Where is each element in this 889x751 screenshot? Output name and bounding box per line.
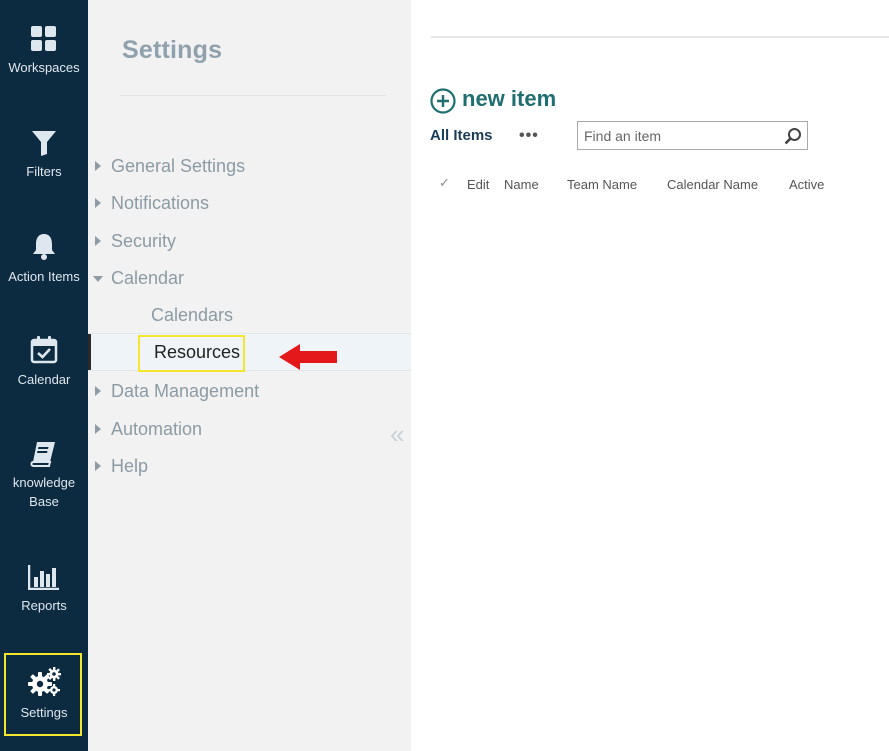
nav-divider [120,95,386,96]
rail-item-action-items[interactable]: Action Items [0,233,88,286]
search-box [577,121,808,150]
selected-indicator [88,334,91,370]
nav-item-security[interactable]: Security [88,223,411,259]
nav-item-automation[interactable]: Automation [88,411,411,447]
rail-label: Base [29,494,59,509]
rail-item-workspaces[interactable]: Workspaces [0,26,88,77]
nav-item-label: Security [111,231,177,251]
gears-icon [28,667,61,696]
collapse-nav-icon[interactable]: « [390,421,404,447]
app-rail: Workspaces Filters Action Items Calendar [0,0,88,751]
column-header-team-name[interactable]: Team Name [567,177,637,192]
caret-right-icon [95,198,101,208]
red-arrow-resources [279,344,337,370]
column-header-calendar-name[interactable]: Calendar Name [667,177,758,192]
view-all-items[interactable]: All Items [430,127,493,144]
settings-nav: Settings General Settings Notifications … [88,0,411,751]
book-icon [30,442,55,467]
nav-title: Settings [122,36,223,64]
caret-right-icon [95,236,101,246]
grid-icon [31,26,56,51]
rail-item-knowledge-base[interactable]: knowledge Base [0,441,88,511]
caret-right-icon [95,461,101,471]
bar-chart-icon [28,565,59,590]
nav-item-general-settings[interactable]: General Settings [88,148,411,184]
search-icon[interactable] [784,127,802,145]
nav-sub-resources[interactable]: Resources [88,333,411,371]
column-header-active[interactable]: Active [789,177,824,192]
rail-item-settings[interactable]: Settings [0,667,88,722]
nav-item-label: Calendar [111,268,185,288]
header-divider [431,36,889,38]
calendar-check-icon [30,336,58,364]
nav-item-label: Automation [111,419,203,439]
more-options-icon[interactable]: ••• [519,127,539,145]
rail-label: Action Items [8,269,80,284]
new-item-label: new item [462,86,557,111]
nav-item-help[interactable]: Help [88,448,411,484]
nav-item-label: Help [111,456,149,476]
plus-circle-icon [430,88,456,114]
resources-highlight-box [138,335,245,372]
column-header-edit[interactable]: Edit [467,177,489,192]
main-content: new item All Items ••• ✓ Edit Name Team … [411,0,889,751]
nav-item-label: Notifications [111,193,210,213]
bell-icon [33,234,55,260]
filter-icon [32,131,56,156]
rail-item-calendar[interactable]: Calendar [0,336,88,389]
rail-label: Filters [26,164,62,179]
rail-label: Calendar [17,372,71,387]
select-all-check-icon[interactable]: ✓ [439,175,450,191]
caret-down-icon [93,276,103,282]
rail-item-filters[interactable]: Filters [0,131,88,181]
nav-item-label: General Settings [111,156,246,176]
nav-sub-calendars[interactable]: Calendars [88,297,411,335]
caret-right-icon [95,161,101,171]
rail-label: Workspaces [8,60,80,75]
nav-item-label: Data Management [111,381,260,401]
caret-right-icon [95,386,101,396]
rail-item-reports[interactable]: Reports [0,565,88,615]
rail-label: Reports [21,598,67,613]
nav-item-data-management[interactable]: Data Management [88,373,411,409]
rail-label: Settings [20,705,68,720]
column-header-name[interactable]: Name [504,177,539,192]
list-header-row: ✓ Edit Name Team Name Calendar Name Acti… [411,175,889,195]
nav-item-notifications[interactable]: Notifications [88,185,411,221]
nav-sub-label: Calendars [151,305,234,325]
nav-item-calendar[interactable]: Calendar [88,260,411,296]
search-input[interactable] [584,126,774,146]
caret-right-icon [95,424,101,434]
rail-label: knowledge [12,475,76,490]
